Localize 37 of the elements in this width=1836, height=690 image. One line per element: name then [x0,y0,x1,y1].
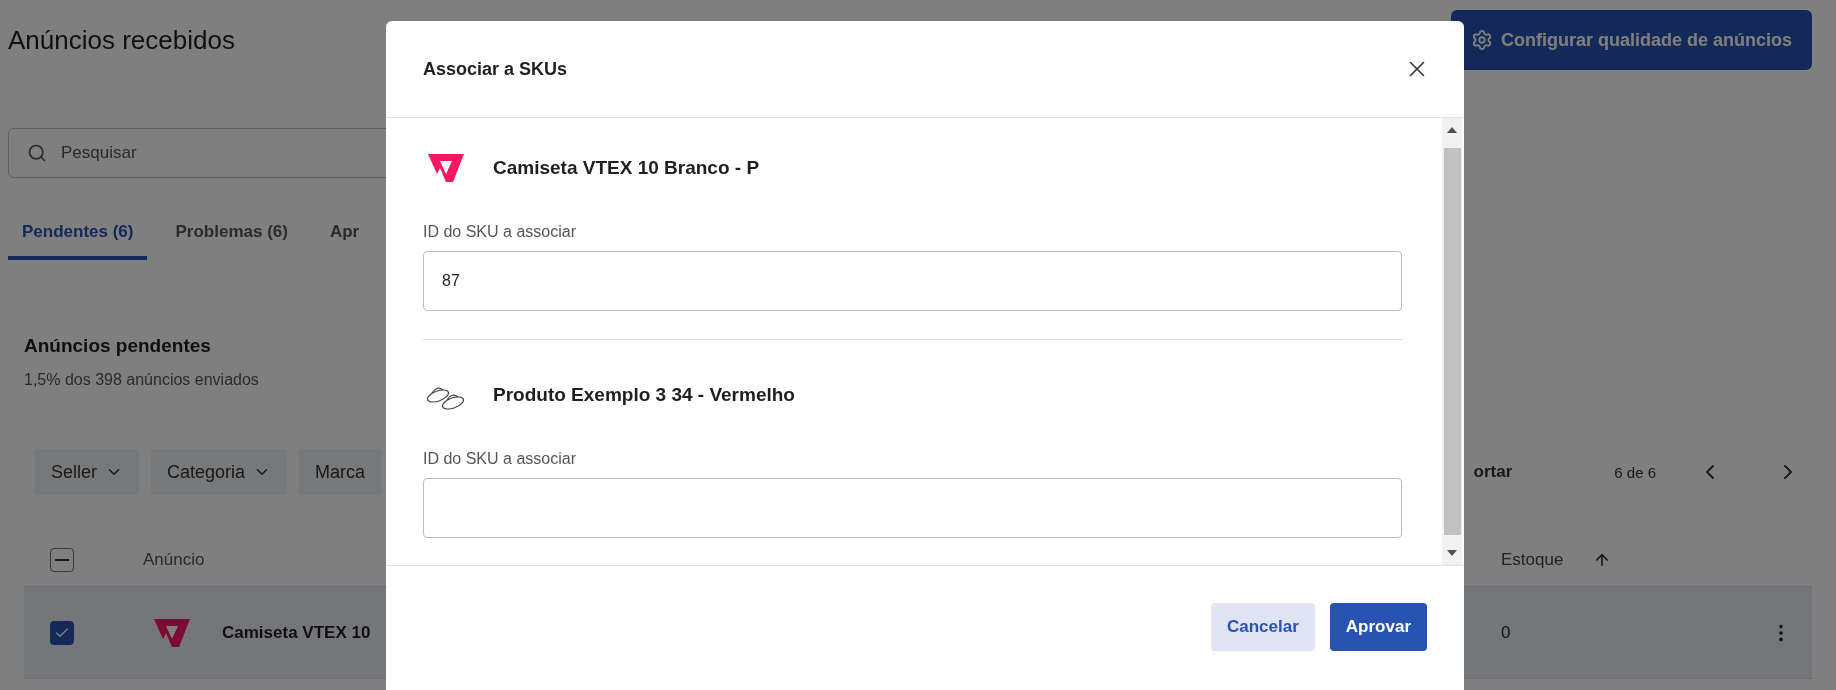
sku-id-field[interactable]: 87 [423,251,1402,311]
section-subtitle: 1,5% dos 398 anúncios enviados [24,371,259,389]
field-label: ID do SKU a associar [423,223,577,241]
select-all-checkbox[interactable] [50,547,74,572]
search-icon [27,143,47,163]
scroll-down-icon[interactable] [1447,550,1457,556]
filter-dropdown[interactable]: Categoria [151,449,288,495]
settings-icon [1470,29,1493,51]
sku-id-field[interactable] [423,478,1402,538]
tab[interactable]: Apr [315,208,374,260]
configure-quality-button[interactable]: Configurar qualidade de anúncios [1450,10,1812,70]
pagination-info: 6 de 6 [1614,463,1656,481]
page-title: Anúncios recebidos [8,25,235,56]
logo-icon [426,152,466,184]
row-checkbox[interactable] [50,620,74,645]
product-name: Produto Exemplo 3 34 - Vermelho [493,384,795,406]
filter-dropdown[interactable]: Seller [35,449,140,495]
column-header[interactable]: Estoque [1501,549,1564,570]
tab[interactable]: Problemas (6) [161,208,302,260]
approve-button[interactable]: Aprovar [1329,603,1427,651]
field-label: ID do SKU a associar [423,450,577,468]
tab[interactable]: Pendentes (6) [8,208,148,260]
scrollbar[interactable] [1442,118,1462,565]
scrollbar-thumb[interactable] [1443,148,1461,535]
cancel-button[interactable]: Cancelar [1211,603,1315,651]
export-button[interactable]: ortar [1473,462,1513,482]
scroll-up-icon[interactable] [1447,127,1457,133]
section-title: Anúncios pendentes [24,335,211,357]
dialog-title: Associar a SKUs [423,58,568,80]
product-name: Camiseta VTEX 10 Branco - P [493,157,760,179]
filter-dropdown[interactable]: Marca [299,449,382,495]
minus-icon [55,558,69,561]
table-cell: 0 [1501,622,1511,643]
search-placeholder: Pesquisar [61,143,137,163]
logo-icon [152,616,192,649]
column-header[interactable]: Anúncio [143,549,205,570]
table-cell: Camiseta VTEX 10 [222,622,371,643]
